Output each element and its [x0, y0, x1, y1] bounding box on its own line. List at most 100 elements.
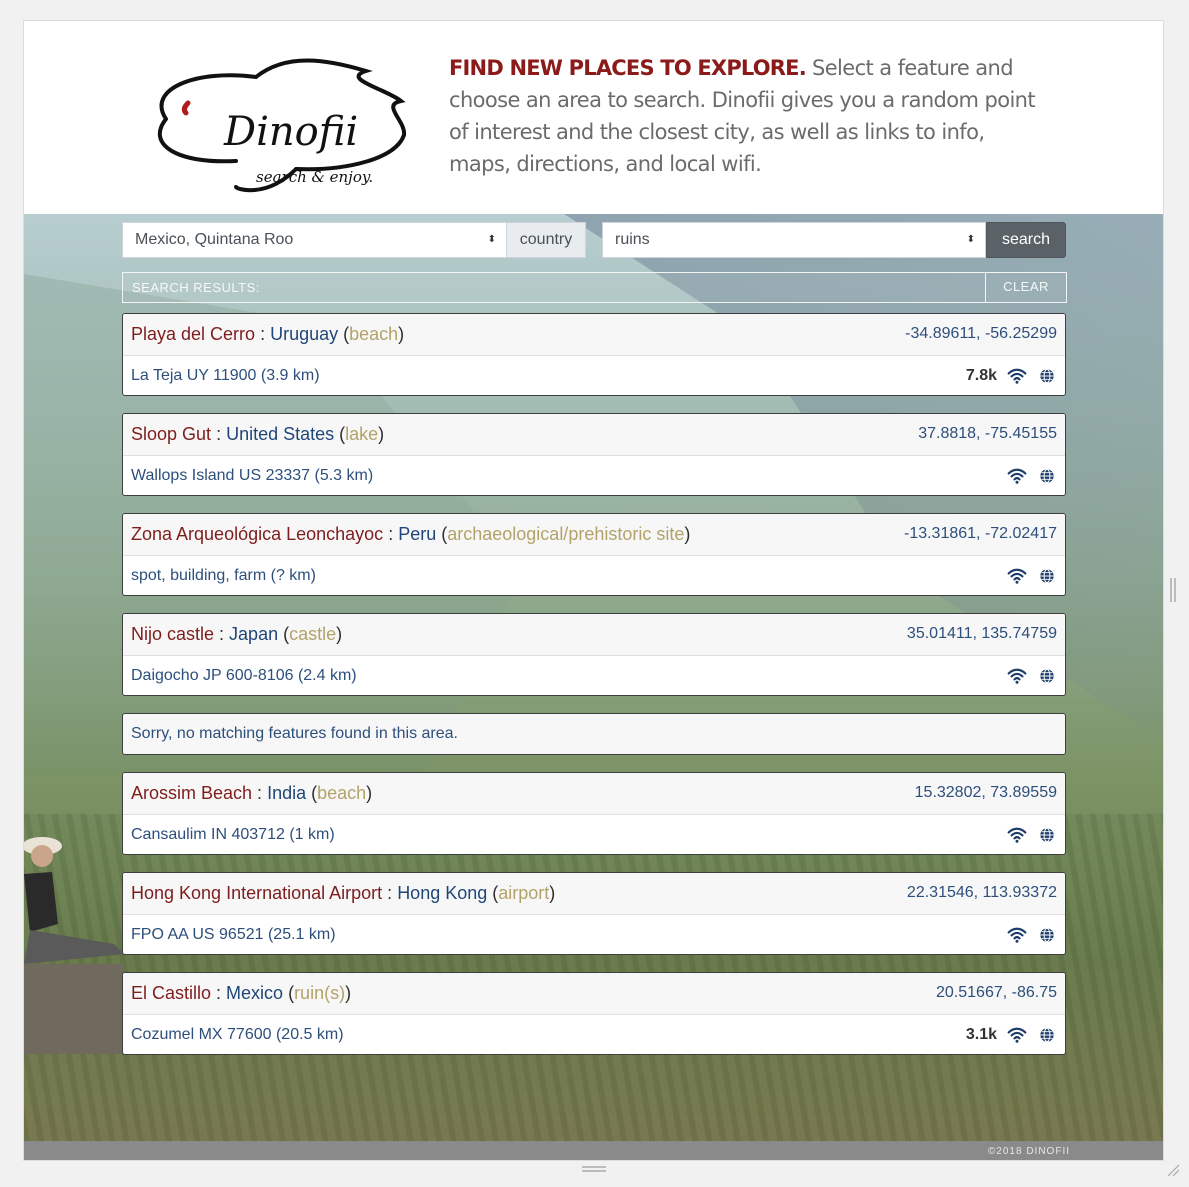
- result-card-header: El Castillo : Mexico (ruin(s)) 20.51667, …: [123, 973, 1065, 1015]
- meditating-person-image: [24, 837, 124, 1054]
- resize-handle-right[interactable]: [1170, 578, 1176, 602]
- resize-handle-bottom[interactable]: [582, 1166, 606, 1172]
- result-title: Zona Arqueológica Leonchayoc : Peru (arc…: [131, 524, 691, 544]
- result-title: Nijo castle : Japan (castle): [131, 624, 343, 644]
- wifi-icon[interactable]: [1007, 666, 1027, 686]
- search-results-bar: SEARCH RESULTS: CLEAR: [122, 272, 1067, 303]
- country-link[interactable]: Uruguay: [270, 324, 338, 344]
- place-link[interactable]: Zona Arqueológica Leonchayoc: [131, 524, 383, 544]
- wifi-icon[interactable]: [1007, 825, 1027, 845]
- area-scope-addon[interactable]: country: [506, 222, 586, 258]
- place-link[interactable]: Playa del Cerro: [131, 324, 255, 344]
- nearest-city-link[interactable]: Cozumel MX 77600 (20.5 km): [131, 1015, 344, 1054]
- feature-type-link[interactable]: lake: [345, 424, 378, 444]
- feature-type-link[interactable]: airport: [498, 883, 549, 903]
- area-select-value: Mexico, Quintana Roo: [135, 231, 294, 248]
- nearest-city-link[interactable]: La Teja UY 11900 (3.9 km): [131, 356, 320, 395]
- result-card: Playa del Cerro : Uruguay (beach) -34.896…: [122, 313, 1066, 396]
- coordinates-link[interactable]: 15.32802, 73.89559: [915, 773, 1057, 813]
- coordinates-link[interactable]: 22.31546, 113.93372: [907, 873, 1057, 913]
- updown-caret-icon: ⬍: [487, 234, 496, 245]
- nearest-city-link[interactable]: spot, building, farm (? km): [131, 556, 316, 595]
- result-card: Hong Kong International Airport : Hong K…: [122, 872, 1066, 955]
- feature-select-value: ruins: [615, 231, 650, 248]
- globe-icon[interactable]: [1037, 925, 1057, 945]
- svg-text:search & enjoy.: search & enjoy.: [256, 168, 373, 186]
- coordinates-link[interactable]: 20.51667, -86.75: [936, 973, 1057, 1013]
- no-match-message: Sorry, no matching features found in thi…: [122, 713, 1066, 755]
- feature-type-link[interactable]: castle: [289, 624, 336, 644]
- dinofii-logo[interactable]: Dinofii search & enjoy.: [136, 49, 416, 195]
- site-header: Dinofii search & enjoy. FIND NEW PLACES …: [24, 21, 1163, 214]
- site-footer: ©2018 DINOFII: [24, 1141, 1163, 1160]
- updown-caret-icon: ⬍: [966, 234, 975, 245]
- globe-icon[interactable]: [1037, 1025, 1057, 1045]
- feature-type-link[interactable]: ruin(s): [294, 983, 345, 1003]
- result-card-header: Zona Arqueológica Leonchayoc : Peru (arc…: [123, 514, 1065, 556]
- result-actions: [1007, 815, 1057, 854]
- result-card-header: Playa del Cerro : Uruguay (beach) -34.896…: [123, 314, 1065, 356]
- result-title: Arossim Beach : India (beach): [131, 783, 373, 803]
- globe-icon[interactable]: [1037, 666, 1057, 686]
- country-link[interactable]: United States: [226, 424, 334, 444]
- result-card-header: Sloop Gut : United States (lake) 37.8818,…: [123, 414, 1065, 456]
- result-actions: [1007, 556, 1057, 595]
- svg-text:Dinofii: Dinofii: [223, 109, 358, 155]
- coordinates-link[interactable]: 37.8818, -75.45155: [918, 414, 1057, 454]
- area-select[interactable]: Mexico, Quintana Roo ⬍: [122, 222, 507, 258]
- nearest-city-link[interactable]: Wallops Island US 23337 (5.3 km): [131, 456, 373, 495]
- result-title: Hong Kong International Airport : Hong K…: [131, 883, 556, 903]
- result-actions: [1007, 456, 1057, 495]
- result-card-header: Arossim Beach : India (beach) 15.32802, 7…: [123, 773, 1065, 815]
- wifi-icon[interactable]: [1007, 366, 1027, 386]
- place-link[interactable]: Hong Kong International Airport: [131, 883, 382, 903]
- country-link[interactable]: Japan: [229, 624, 278, 644]
- place-link[interactable]: El Castillo: [131, 983, 211, 1003]
- result-actions: [1007, 915, 1057, 954]
- nearest-city-link[interactable]: FPO AA US 96521 (25.1 km): [131, 915, 336, 954]
- copyright: ©2018 DINOFII: [987, 1146, 1070, 1157]
- place-link[interactable]: Sloop Gut: [131, 424, 211, 444]
- feature-type-link[interactable]: beach: [349, 324, 398, 344]
- resize-grip-icon[interactable]: [1166, 1163, 1180, 1177]
- view-count: 3.1k: [965, 1026, 997, 1043]
- coordinates-link[interactable]: -13.31861, -72.02417: [904, 514, 1057, 554]
- window-top-strip: [0, 0, 1189, 20]
- wifi-icon[interactable]: [1007, 566, 1027, 586]
- app-frame: Dinofii search & enjoy. FIND NEW PLACES …: [23, 20, 1164, 1161]
- country-link[interactable]: Peru: [398, 524, 436, 544]
- result-card-header: Nijo castle : Japan (castle) 35.01411, 13…: [123, 614, 1065, 656]
- result-card: Nijo castle : Japan (castle) 35.01411, 13…: [122, 613, 1066, 696]
- country-link[interactable]: India: [267, 783, 306, 803]
- feature-type-link[interactable]: beach: [317, 783, 366, 803]
- result-actions: 3.1k: [965, 1015, 1057, 1054]
- result-actions: [1007, 656, 1057, 695]
- nearest-city-link[interactable]: Cansaulim IN 403712 (1 km): [131, 815, 335, 854]
- feature-select[interactable]: ruins ⬍: [602, 222, 986, 258]
- result-card: Arossim Beach : India (beach) 15.32802, 7…: [122, 772, 1066, 855]
- result-actions: 7.8k: [965, 356, 1057, 395]
- place-link[interactable]: Nijo castle: [131, 624, 214, 644]
- result-card-header: Hong Kong International Airport : Hong K…: [123, 873, 1065, 915]
- country-link[interactable]: Hong Kong: [397, 883, 487, 903]
- globe-icon[interactable]: [1037, 566, 1057, 586]
- coordinates-link[interactable]: -34.89611, -56.25299: [905, 314, 1057, 354]
- place-link[interactable]: Arossim Beach: [131, 783, 252, 803]
- result-card: Sloop Gut : United States (lake) 37.8818,…: [122, 413, 1066, 496]
- view-count: 7.8k: [965, 367, 997, 384]
- globe-icon[interactable]: [1037, 466, 1057, 486]
- search-button[interactable]: search: [986, 222, 1066, 258]
- wifi-icon[interactable]: [1007, 925, 1027, 945]
- country-link[interactable]: Mexico: [226, 983, 283, 1003]
- globe-icon[interactable]: [1037, 366, 1057, 386]
- globe-icon[interactable]: [1037, 825, 1057, 845]
- result-card: Zona Arqueológica Leonchayoc : Peru (arc…: [122, 513, 1066, 596]
- clear-button[interactable]: CLEAR: [985, 272, 1066, 303]
- wifi-icon[interactable]: [1007, 1025, 1027, 1045]
- wifi-icon[interactable]: [1007, 466, 1027, 486]
- tagline-lead: FIND NEW PLACES TO EXPLORE.: [449, 56, 807, 80]
- nearest-city-link[interactable]: Daigocho JP 600-8106 (2.4 km): [131, 656, 357, 695]
- coordinates-link[interactable]: 35.01411, 135.74759: [907, 614, 1057, 654]
- feature-type-link[interactable]: archaeological/prehistoric site: [447, 524, 684, 544]
- result-card: El Castillo : Mexico (ruin(s)) 20.51667, …: [122, 972, 1066, 1055]
